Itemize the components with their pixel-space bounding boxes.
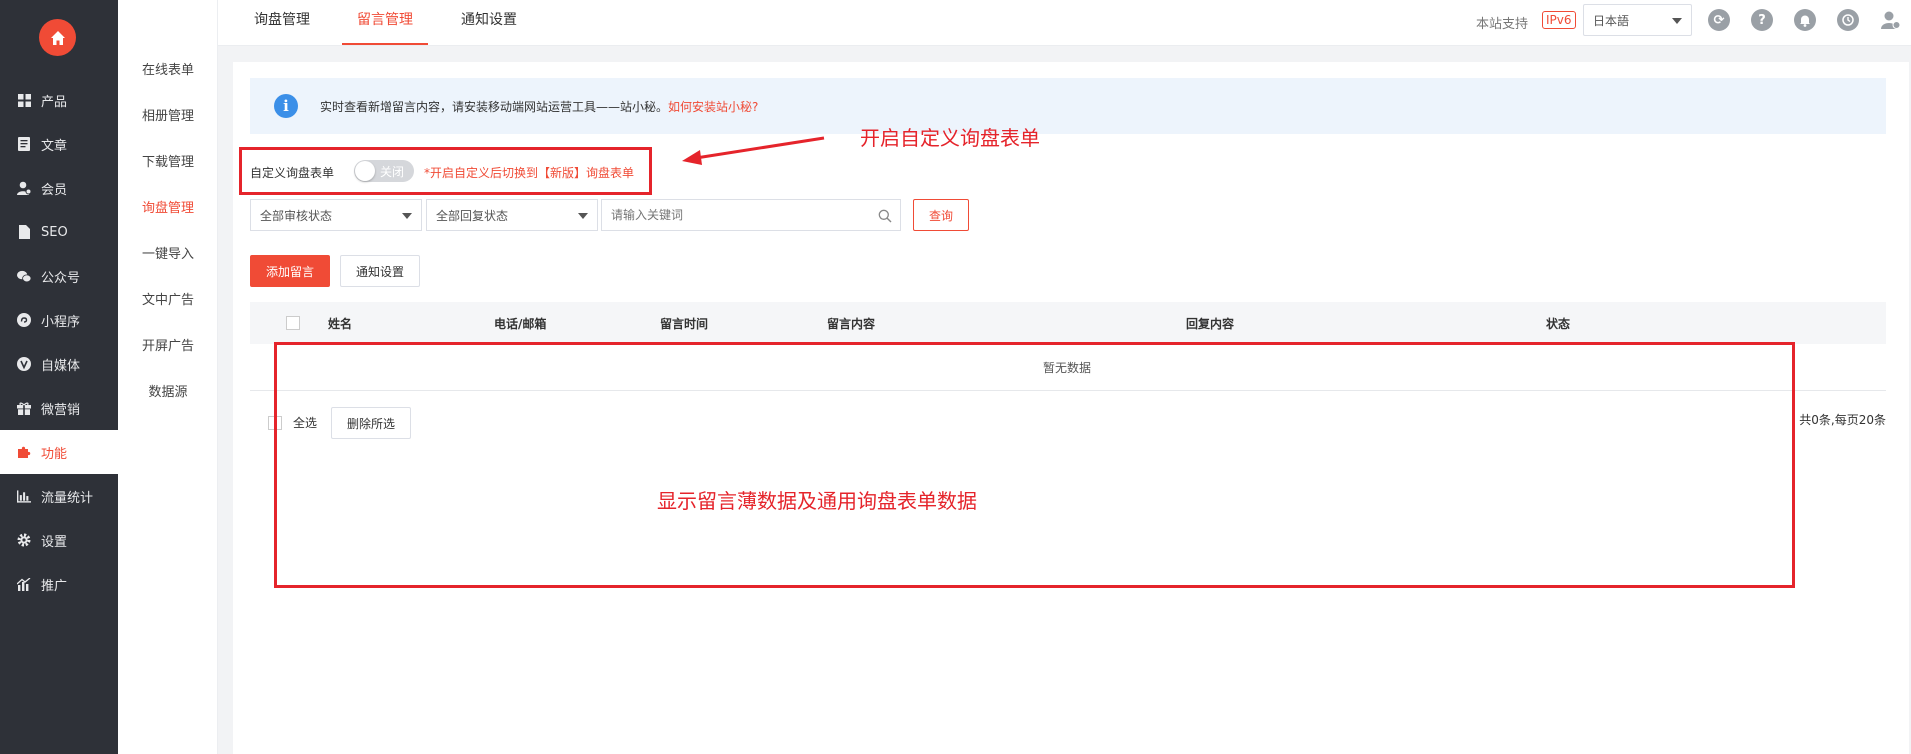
query-button[interactable]: 查询 — [913, 199, 969, 231]
ipv6-badge: IPv6 — [1542, 11, 1576, 29]
sidebar-item-label: 功能 — [41, 446, 68, 462]
install-guide-link[interactable]: 如何安装站小秘? — [668, 98, 758, 115]
toggle-knob — [355, 161, 375, 181]
sidebar-item-label: 推广 — [41, 578, 68, 594]
help-icon[interactable]: ? — [1751, 9, 1773, 31]
table-header: 姓名 电话/邮箱 留言时间 留言内容 回复内容 状态 — [250, 302, 1886, 344]
subnav-item-splash-ad[interactable]: 开屏广告 — [118, 335, 218, 354]
column-header-status: 状态 — [1546, 317, 1571, 331]
keyword-search-box — [601, 199, 901, 231]
tab-notify[interactable]: 通知设置 — [458, 0, 520, 45]
search-input[interactable] — [611, 208, 871, 222]
language-value: 日本語 — [1593, 13, 1630, 28]
annotation-display-data: 显示留言薄数据及通用询盘表单数据 — [657, 489, 977, 513]
subnav-item-inquiry[interactable]: 询盘管理 — [118, 197, 218, 216]
wechat-icon — [17, 269, 31, 283]
sidebar-item-product[interactable]: 产品 — [0, 78, 118, 122]
subnav-item-download[interactable]: 下载管理 — [118, 151, 218, 170]
sidebar-item-label: SEO — [41, 224, 68, 240]
info-banner: i 实时查看新增留言内容，请安装移动端网站运营工具——站小秘。 如何安装站小秘? — [250, 78, 1886, 134]
miniapp-icon — [17, 313, 31, 327]
sidebar-item-label: 流量统计 — [41, 490, 94, 506]
sidebar-item-member[interactable]: 会员 — [0, 166, 118, 210]
gift-icon — [17, 401, 31, 415]
tab-inquiry[interactable]: 询盘管理 — [254, 0, 310, 45]
media-icon — [17, 357, 31, 371]
top-bar: 询盘管理 留言管理 通知设置 本站支持 IPv6 日本語 ⟳ ? — [218, 0, 1911, 46]
home-button[interactable] — [39, 19, 76, 56]
custom-form-hint: *开启自定义后切换到【新版】询盘表单 — [424, 166, 635, 180]
chevron-down-icon — [1672, 18, 1682, 24]
annotation-enable-custom-form: 开启自定义询盘表单 — [860, 126, 1040, 150]
puzzle-icon — [17, 445, 31, 459]
main-sidebar: 产品 文章 会员 SEO 公众号 小程序 自媒体 微营销 功能 流量统计 设置 — [0, 0, 118, 754]
sidebar-item-miniapp[interactable]: 小程序 — [0, 298, 118, 342]
column-header-contact: 电话/邮箱 — [494, 317, 547, 331]
sidebar-item-label: 微营销 — [41, 402, 81, 418]
subnav-item-online-form[interactable]: 在线表单 — [118, 59, 218, 78]
subnav-item-inline-ad[interactable]: 文中广告 — [118, 289, 218, 308]
account-icon[interactable] — [1880, 9, 1902, 31]
sidebar-item-media[interactable]: 自媒体 — [0, 342, 118, 386]
notify-settings-button[interactable]: 通知设置 — [340, 255, 420, 287]
reply-status-value: 全部回复状态 — [436, 208, 509, 223]
sidebar-item-traffic[interactable]: 流量统计 — [0, 474, 118, 518]
sidebar-item-article[interactable]: 文章 — [0, 122, 118, 166]
sidebar-item-label: 文章 — [41, 138, 68, 154]
column-header-reply: 回复内容 — [1186, 317, 1235, 331]
search-icon[interactable] — [878, 209, 892, 223]
gear-icon — [17, 533, 31, 547]
chevron-down-icon — [402, 213, 412, 219]
bar-chart-icon — [17, 489, 31, 503]
bell-icon[interactable] — [1794, 9, 1816, 31]
sidebar-item-label: 公众号 — [41, 270, 81, 286]
chevron-down-icon — [578, 213, 588, 219]
subnav-item-datasource[interactable]: 数据源 — [118, 381, 218, 400]
sidebar-item-seo[interactable]: SEO — [0, 210, 118, 254]
header-checkbox[interactable] — [286, 316, 300, 330]
info-icon: i — [274, 94, 298, 118]
subnav-item-import[interactable]: 一键导入 — [118, 243, 218, 262]
ipv6-support-text: 本站支持 — [1476, 17, 1529, 32]
review-status-value: 全部审核状态 — [260, 208, 333, 223]
sidebar-item-label: 小程序 — [41, 314, 81, 330]
sidebar-item-promote[interactable]: 推广 — [0, 562, 118, 606]
file-icon — [17, 225, 31, 239]
reply-status-select[interactable]: 全部回复状态 — [426, 199, 598, 231]
sidebar-item-function[interactable]: 功能 — [0, 430, 118, 474]
sidebar-item-marketing[interactable]: 微营销 — [0, 386, 118, 430]
column-header-content: 留言内容 — [827, 317, 876, 331]
user-icon — [17, 181, 31, 195]
refresh-icon[interactable]: ⟳ — [1708, 9, 1730, 31]
clock-icon[interactable] — [1837, 9, 1859, 31]
column-header-name: 姓名 — [328, 317, 353, 331]
subnav-item-album[interactable]: 相册管理 — [118, 105, 218, 124]
review-status-select[interactable]: 全部审核状态 — [250, 199, 422, 231]
document-icon — [17, 137, 31, 151]
sidebar-item-label: 设置 — [41, 534, 68, 550]
sidebar-item-label: 产品 — [41, 94, 68, 110]
toggle-text: 关闭 — [380, 165, 405, 179]
grid-icon — [17, 93, 31, 107]
column-header-time: 留言时间 — [660, 317, 709, 331]
sidebar-item-label: 会员 — [41, 182, 68, 198]
custom-form-toggle[interactable]: 关闭 — [354, 160, 414, 182]
tab-messages[interactable]: 留言管理 — [342, 0, 428, 45]
custom-form-label: 自定义询盘表单 — [250, 166, 335, 180]
info-text: 实时查看新增留言内容，请安装移动端网站运营工具——站小秘。 — [320, 99, 669, 114]
pagination-summary: 共0条,每页20条 — [1799, 413, 1886, 427]
home-icon — [50, 30, 65, 45]
annotation-arrow-icon — [682, 136, 825, 165]
sidebar-item-wechat[interactable]: 公众号 — [0, 254, 118, 298]
promote-icon — [17, 577, 31, 591]
sidebar-item-label: 自媒体 — [41, 358, 81, 374]
annotation-box-data-area — [274, 342, 1795, 588]
add-message-button[interactable]: 添加留言 — [250, 255, 330, 287]
sidebar-item-settings[interactable]: 设置 — [0, 518, 118, 562]
sub-navigation: 在线表单 相册管理 下载管理 询盘管理 一键导入 文中广告 开屏广告 数据源 — [118, 0, 218, 754]
language-select[interactable]: 日本語 — [1583, 4, 1692, 36]
